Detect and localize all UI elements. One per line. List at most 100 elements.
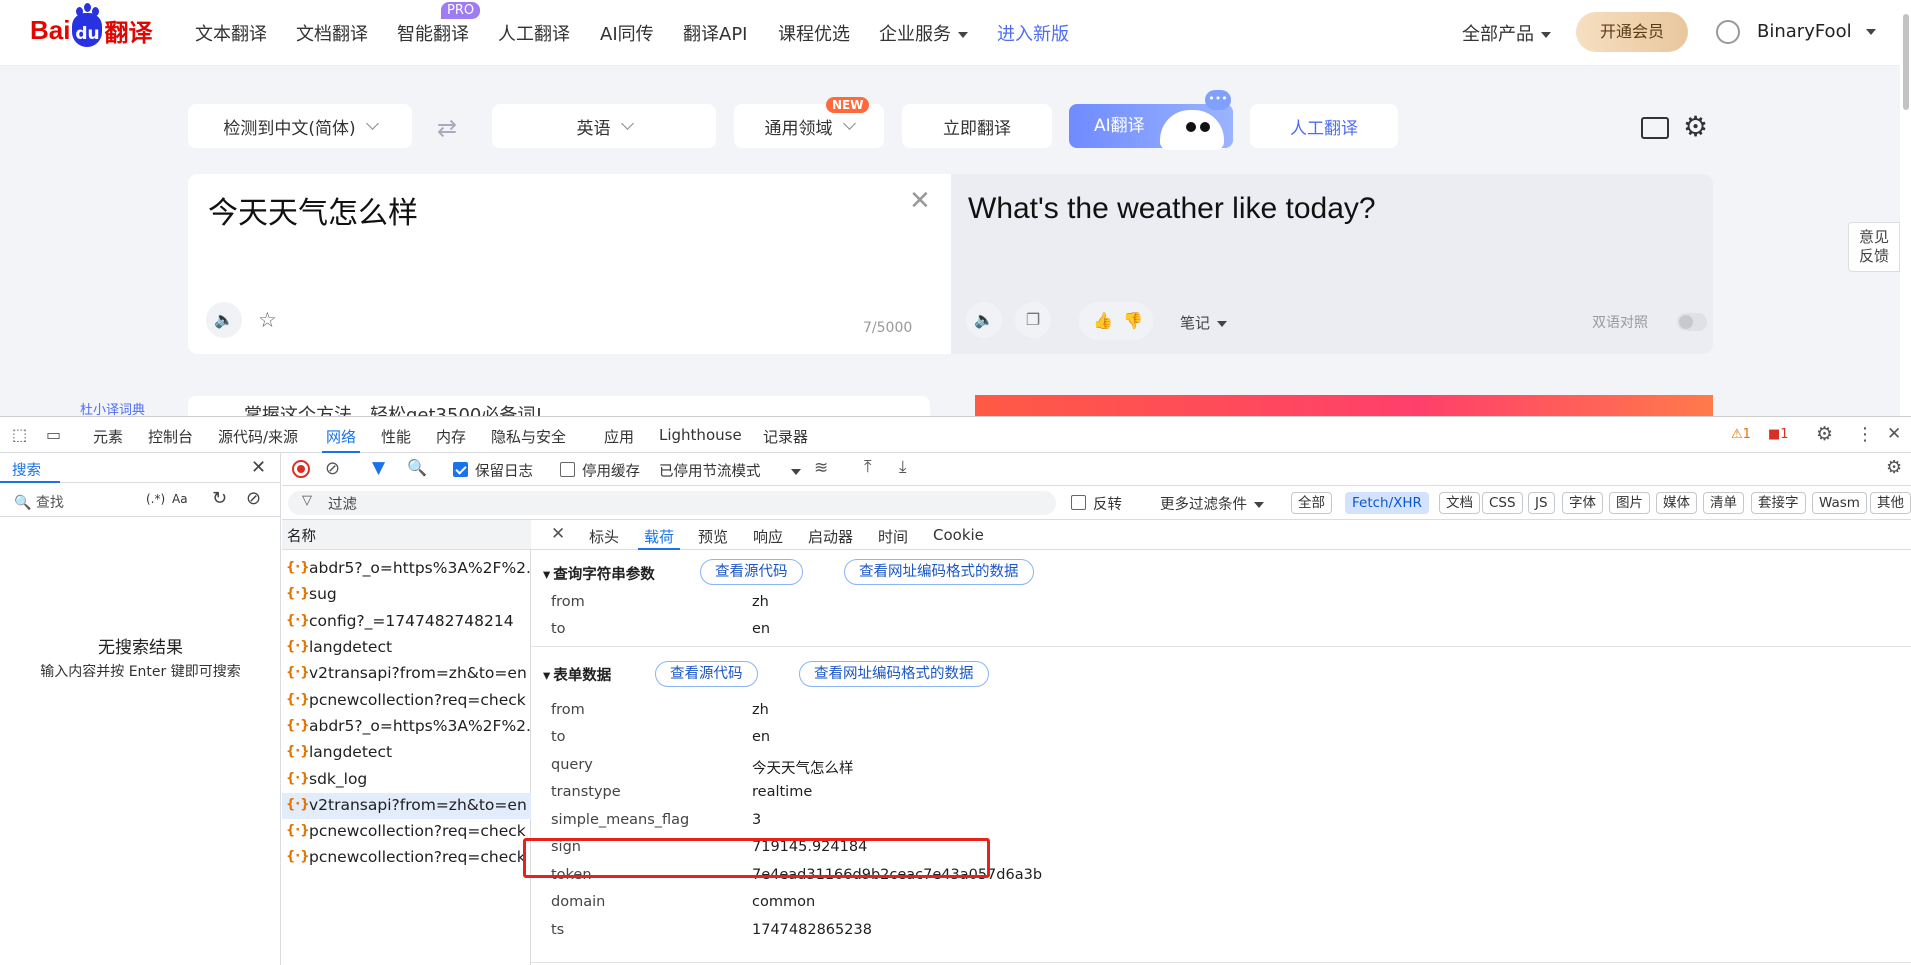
settings-gear-icon[interactable]: ⚙ xyxy=(1816,423,1833,445)
tab-lighthouse[interactable]: Lighthouse xyxy=(659,426,742,444)
filter-chip-other[interactable]: 其他 xyxy=(1870,492,1911,514)
baidu-logo[interactable]: Bai du 翻译 xyxy=(30,7,152,52)
copy-icon[interactable]: ❐ xyxy=(1015,302,1051,338)
user-avatar-icon[interactable] xyxy=(1716,20,1740,44)
throttling-select[interactable]: 已停用节流模式 xyxy=(659,460,801,481)
view-url-encoded-button[interactable]: 查看网址编码格式的数据 xyxy=(844,559,1034,585)
tab-headers[interactable]: 标头 xyxy=(589,526,619,547)
preserve-log-checkbox[interactable] xyxy=(453,462,468,477)
feedback-button[interactable]: 意见 反馈 xyxy=(1848,222,1900,272)
tab-privacy-security[interactable]: 隐私与安全 xyxy=(491,426,566,447)
tab-cookies[interactable]: Cookie xyxy=(933,526,984,544)
tab-network[interactable]: 网络 xyxy=(321,426,361,453)
nav-ai-interpret[interactable]: AI同传 xyxy=(600,20,654,46)
username-menu[interactable]: BinaryFool xyxy=(1757,21,1876,42)
request-row[interactable]: {·} pcnewcollection?req=check xyxy=(282,819,531,845)
filter-chip-socket[interactable]: 套接字 xyxy=(1751,492,1806,514)
tab-payload[interactable]: 载荷 xyxy=(637,526,681,550)
close-icon[interactable]: ✕ xyxy=(1887,424,1901,444)
export-har-icon[interactable]: ⤓ xyxy=(899,457,907,477)
tab-timing[interactable]: 时间 xyxy=(878,526,908,547)
import-har-icon[interactable]: ⤒ xyxy=(864,457,872,477)
thumbs-down-icon[interactable]: 👎 xyxy=(1123,311,1143,330)
dictionary-label[interactable]: 杜小译词典 xyxy=(80,399,145,416)
warning-count[interactable]: ⚠1 xyxy=(1731,427,1751,442)
all-products-menu[interactable]: 全部产品 xyxy=(1462,20,1551,46)
network-settings-gear-icon[interactable]: ⚙ xyxy=(1886,457,1902,478)
view-url-encoded-button[interactable]: 查看网址编码格式的数据 xyxy=(799,661,989,687)
star-icon[interactable]: ☆ xyxy=(258,308,277,332)
request-row[interactable]: {·} abdr5?_o=https%3A%2F%2... xyxy=(282,714,531,740)
vip-button[interactable]: 开通会员 xyxy=(1576,12,1688,52)
human-translate-button[interactable]: 人工翻译 xyxy=(1250,104,1398,148)
request-row[interactable]: {·} v2transapi?from=zh&to=en xyxy=(282,661,531,687)
error-count[interactable]: ■1 xyxy=(1768,427,1789,442)
notes-menu[interactable]: 笔记 xyxy=(1180,312,1228,333)
filter-icon[interactable]: ▼ xyxy=(372,458,385,478)
tab-performance[interactable]: 性能 xyxy=(381,426,411,447)
source-text-input[interactable]: 今天天气怎么样 xyxy=(208,188,418,232)
tab-elements[interactable]: 元素 xyxy=(93,426,123,447)
query-params-title[interactable]: 查询字符串参数 xyxy=(543,563,655,584)
search-input[interactable]: 🔍 查找 xyxy=(14,492,64,512)
filter-chip-fetch-xhr[interactable]: Fetch/XHR xyxy=(1345,492,1429,514)
filter-chip-img[interactable]: 图片 xyxy=(1609,492,1650,514)
tab-response[interactable]: 响应 xyxy=(753,526,783,547)
refresh-icon[interactable]: ↻ xyxy=(212,488,227,509)
request-row[interactable]: {·} config?_=1747482748214 xyxy=(282,609,531,635)
request-row[interactable]: {·} abdr5?_o=https%3A%2F%2... xyxy=(282,556,531,582)
request-row[interactable]: {·} langdetect xyxy=(282,635,531,661)
tab-recorder[interactable]: 记录器 xyxy=(763,426,808,447)
settings-gear-icon[interactable]: ⚙ xyxy=(1683,113,1708,141)
name-column-header[interactable]: 名称 xyxy=(282,520,531,550)
device-toolbar-icon[interactable]: ▭ xyxy=(46,425,61,444)
close-icon[interactable]: ✕ xyxy=(551,524,565,544)
search-tab[interactable]: 搜索 xyxy=(0,459,60,483)
more-filters-select[interactable]: 更多过滤条件 xyxy=(1160,493,1264,514)
translate-now-button[interactable]: 立即翻译 xyxy=(902,104,1052,148)
filter-chip-manifest[interactable]: 清单 xyxy=(1703,492,1744,514)
tab-preview[interactable]: 预览 xyxy=(698,526,728,547)
promo-banner[interactable] xyxy=(975,395,1713,416)
request-row[interactable]: {·} pcnewcollection?req=check xyxy=(282,688,531,714)
invert-checkbox[interactable] xyxy=(1071,495,1086,510)
tab-initiator[interactable]: 启动器 xyxy=(808,526,853,547)
request-row[interactable]: {·} langdetect xyxy=(282,740,531,766)
nav-new-version[interactable]: 进入新版 xyxy=(997,20,1069,46)
inspect-element-icon[interactable]: ⬚ xyxy=(12,425,27,444)
clear-icon[interactable]: ✕ xyxy=(909,188,931,214)
request-row[interactable]: {·} sug xyxy=(282,582,531,608)
speaker-icon[interactable]: 🔈 xyxy=(206,302,242,338)
source-lang-select[interactable]: 检测到中文(简体) xyxy=(188,104,412,148)
clear-log-icon[interactable]: ⊘ xyxy=(325,458,340,479)
nav-doc-translate[interactable]: 文档翻译 xyxy=(296,20,368,46)
filter-chip-css[interactable]: CSS xyxy=(1482,492,1523,514)
filter-chip-wasm[interactable]: Wasm xyxy=(1812,492,1867,514)
speaker-icon[interactable]: 🔈 xyxy=(966,302,1002,338)
swap-languages-icon[interactable]: ⇄ xyxy=(437,114,457,142)
tip-card[interactable]: 掌握这个方法，轻松get3500必备词! xyxy=(188,396,930,416)
close-icon[interactable]: ✕ xyxy=(251,457,266,478)
view-source-button[interactable]: 查看源代码 xyxy=(655,661,758,687)
record-stop-icon[interactable] xyxy=(292,460,310,478)
nav-translate-api[interactable]: 翻译API xyxy=(683,20,747,46)
target-lang-select[interactable]: 英语 xyxy=(492,104,716,148)
filter-chip-media[interactable]: 媒体 xyxy=(1656,492,1697,514)
tab-sources[interactable]: 源代码/来源 xyxy=(218,426,298,447)
form-data-title[interactable]: 表单数据 xyxy=(543,664,611,685)
network-conditions-icon[interactable]: ≋ xyxy=(814,458,828,478)
tab-memory[interactable]: 内存 xyxy=(436,426,466,447)
folder-icon[interactable] xyxy=(1641,117,1669,139)
nav-smart-translate[interactable]: 智能翻译 xyxy=(397,20,469,46)
thumbs-up-icon[interactable]: 👍 xyxy=(1093,311,1113,330)
nav-text-translate[interactable]: 文本翻译 xyxy=(195,20,267,46)
disable-cache-checkbox[interactable] xyxy=(560,462,575,477)
filter-chip-doc[interactable]: 文档 xyxy=(1439,492,1480,514)
nav-courses[interactable]: 课程优选 xyxy=(778,20,850,46)
filter-chip-js[interactable]: JS xyxy=(1528,492,1555,514)
tab-application[interactable]: 应用 xyxy=(604,426,634,447)
regex-toggle[interactable]: (.*) xyxy=(146,492,165,506)
filter-chip-font[interactable]: 字体 xyxy=(1562,492,1603,514)
match-case-toggle[interactable]: Aa xyxy=(172,492,188,506)
tab-console[interactable]: 控制台 xyxy=(148,426,193,447)
